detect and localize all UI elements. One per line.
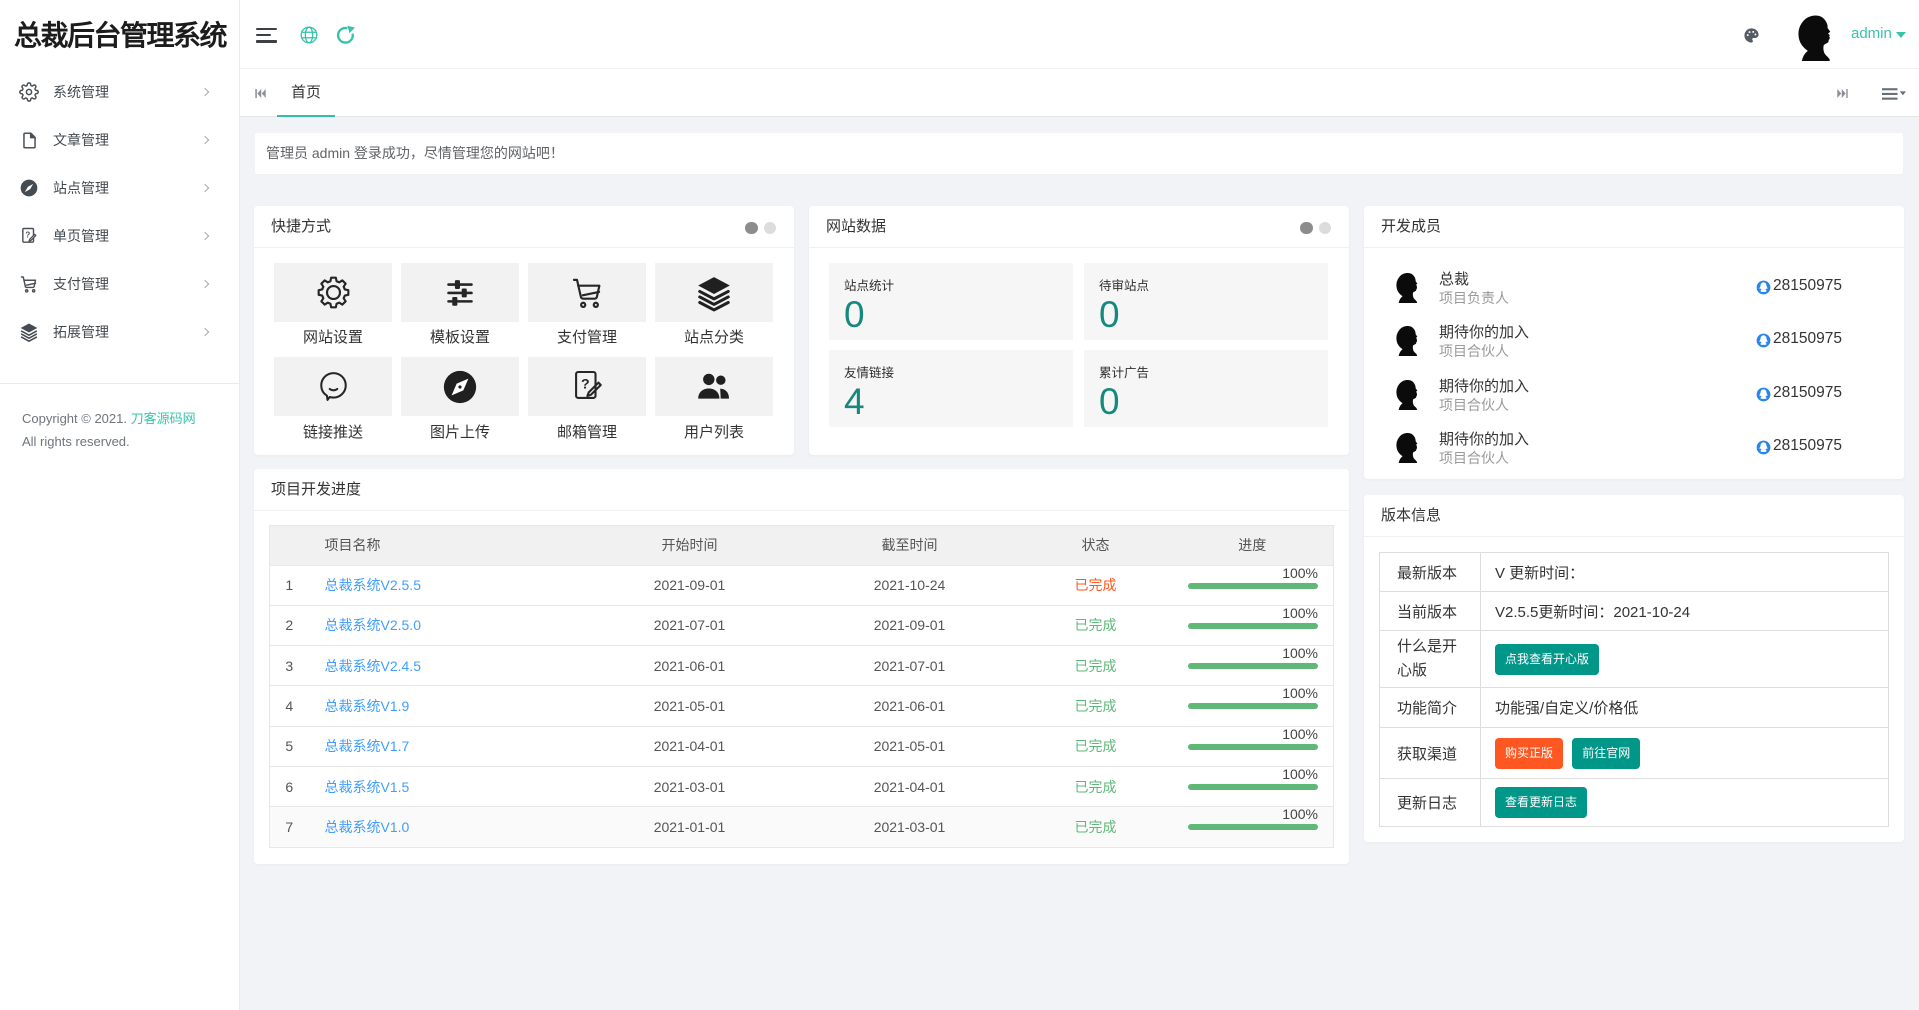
- svg-text:?: ?: [581, 377, 590, 393]
- svg-text:?: ?: [25, 230, 30, 239]
